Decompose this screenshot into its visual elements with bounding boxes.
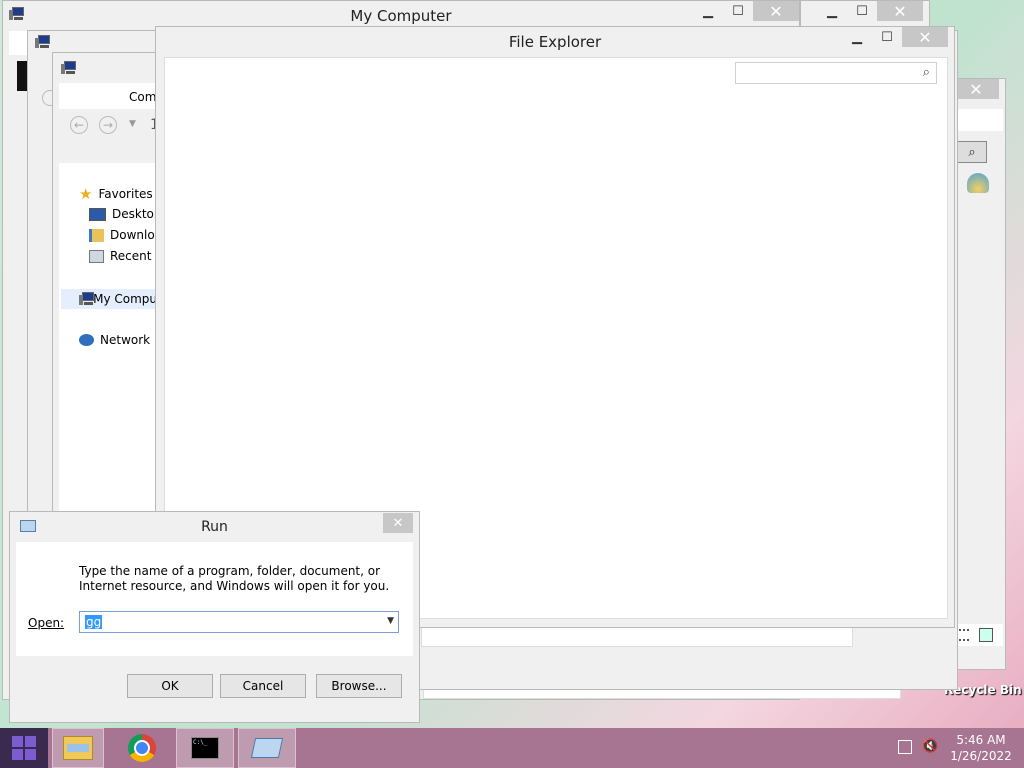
caption-buttons: ✕	[953, 79, 999, 99]
search-input[interactable]: ⌕	[735, 62, 937, 84]
sidebar-item-label: My Compu	[93, 292, 157, 306]
search-icon: ⌕	[968, 144, 976, 160]
start-button[interactable]	[0, 728, 48, 768]
shell-icon	[967, 173, 989, 193]
close-button[interactable]: ✕	[902, 27, 948, 47]
star-icon: ★	[79, 185, 93, 203]
chevron-down-icon[interactable]: ▼	[129, 119, 136, 129]
browse-button[interactable]: Browse...	[316, 674, 402, 698]
search-icon: ⌕	[922, 65, 930, 80]
dialog-body: Type the name of a program, folder, docu…	[16, 542, 413, 656]
maximize-button[interactable]: ☐	[847, 1, 877, 21]
title-bar[interactable]: File Explorer ▁ ☐ ✕	[156, 27, 954, 55]
taskbar: C:\_ 🔇 5:46 AM 1/26/2022	[0, 728, 1024, 768]
sidebar-item-desktop[interactable]: Desktop	[89, 207, 162, 221]
downloads-folder-icon	[89, 228, 104, 242]
sidebar-item-recent-places[interactable]: Recent p	[89, 249, 163, 263]
maximize-button[interactable]: ☐	[872, 27, 902, 47]
caption-buttons: ▁ ☐ ✕	[817, 1, 923, 21]
caption-buttons: ▁ ☐ ✕	[693, 1, 799, 21]
cancel-button[interactable]: Cancel	[220, 674, 306, 698]
sidebar-item-network[interactable]: Network	[79, 333, 150, 347]
sidebar-item-label: Network	[100, 333, 151, 347]
back-button[interactable]: ←	[70, 116, 88, 134]
minimize-button[interactable]: ▁	[842, 27, 872, 47]
ok-button[interactable]: OK	[127, 674, 213, 698]
computer-icon	[61, 61, 77, 75]
taskbar-run[interactable]	[238, 728, 296, 768]
volume-muted-icon[interactable]: 🔇	[922, 739, 938, 754]
navigation-pane: ★ Favorites Desktop Downloa Recent p My …	[59, 163, 163, 513]
open-label: Open:	[28, 616, 65, 630]
computer-icon	[79, 292, 94, 306]
sidebar-item-downloads[interactable]: Downloa	[89, 228, 162, 242]
clock-time: 5:46 AM	[956, 733, 1006, 747]
explorer-window-3[interactable]: Comp ← → ▼ 1 ★ Favorites Desktop Downloa…	[52, 52, 164, 513]
taskbar-command-prompt[interactable]: C:\_	[176, 728, 234, 768]
chrome-icon	[128, 734, 156, 762]
forward-button[interactable]: →	[99, 116, 117, 134]
close-button[interactable]: ✕	[753, 1, 799, 21]
large-icons-view-icon[interactable]	[979, 628, 993, 642]
ribbon: Comp	[59, 83, 164, 109]
selected-text: gg	[85, 615, 103, 629]
close-button[interactable]: ✕	[953, 79, 999, 99]
open-combobox[interactable]: gg ▼	[79, 611, 399, 633]
recent-places-icon	[89, 249, 104, 263]
desktop-icon	[89, 207, 106, 221]
close-button[interactable]: ✕	[383, 513, 413, 533]
window-content	[955, 109, 1003, 131]
title-bar[interactable]: Run ✕	[10, 512, 419, 540]
computer-icon	[35, 35, 51, 49]
clock[interactable]: 5:46 AM 1/26/2022	[944, 732, 1018, 764]
minimize-button[interactable]: ▁	[817, 1, 847, 21]
run-description: Type the name of a program, folder, docu…	[79, 564, 390, 593]
command-prompt-icon: C:\_	[191, 737, 219, 759]
taskbar-chrome[interactable]	[116, 728, 168, 768]
sidebar-item-label: Favorites	[98, 187, 153, 201]
windows-logo-icon	[12, 736, 36, 760]
close-button[interactable]: ✕	[877, 1, 923, 21]
file-explorer-icon	[63, 736, 93, 760]
run-dialog[interactable]: Run ✕ Type the name of a program, folder…	[9, 511, 420, 723]
run-icon	[250, 738, 284, 758]
window-content	[9, 31, 29, 55]
window-title: My Computer	[350, 7, 452, 25]
dialog-title: Run	[201, 519, 228, 535]
window-title: File Explorer	[508, 33, 602, 51]
network-status-icon[interactable]	[898, 740, 912, 754]
network-icon	[79, 334, 94, 346]
open-input-value[interactable]: gg	[85, 615, 103, 629]
sidebar-item-favorites[interactable]: ★ Favorites	[79, 185, 153, 203]
search-button[interactable]: ⌕	[957, 141, 987, 163]
taskbar-file-explorer[interactable]	[52, 728, 104, 768]
sidebar-item-my-computer[interactable]: My Compu	[61, 289, 157, 309]
title-bar[interactable]: My Computer ▁ ☐ ✕	[3, 1, 799, 29]
clock-date: 1/26/2022	[950, 749, 1012, 763]
minimize-button[interactable]: ▁	[693, 1, 723, 21]
maximize-button[interactable]: ☐	[723, 1, 753, 21]
chevron-down-icon[interactable]: ▼	[387, 616, 394, 626]
caption-buttons: ▁ ☐ ✕	[842, 27, 948, 47]
